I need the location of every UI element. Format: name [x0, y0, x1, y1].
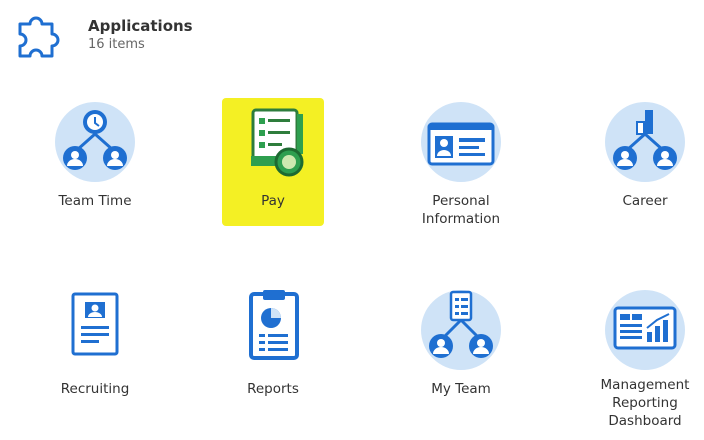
item-count: 16 items — [88, 37, 145, 52]
team-time-icon — [53, 100, 137, 184]
applications-header: Applications 16 items — [8, 8, 193, 68]
app-label: Reports — [247, 381, 299, 397]
app-tile-personal-information[interactable]: Personal Information — [386, 100, 536, 228]
app-tile-management-reporting-dashboard[interactable]: Management Reporting Dashboard — [570, 288, 704, 430]
page-title: Applications — [88, 17, 193, 35]
resume-icon — [53, 288, 137, 372]
app-label: Management Reporting Dashboard — [600, 377, 690, 429]
app-tile-my-team[interactable]: My Team — [386, 288, 536, 398]
app-label: Personal Information — [421, 193, 501, 227]
dashboard-icon — [603, 288, 687, 372]
app-tile-career[interactable]: Career — [570, 100, 704, 210]
app-label: Career — [622, 193, 668, 209]
app-label: My Team — [431, 381, 491, 397]
app-tile-recruiting[interactable]: Recruiting — [20, 288, 170, 398]
app-label: Team Time — [58, 193, 132, 209]
header-titles: Applications 16 items — [88, 8, 193, 54]
applications-page: Applications 16 items Team Time Pay Pers… — [0, 0, 704, 440]
app-label: Recruiting — [60, 381, 130, 397]
app-tile-reports[interactable]: Reports — [198, 288, 348, 398]
pay-icon — [231, 100, 315, 184]
my-team-icon — [419, 288, 503, 372]
app-tile-pay[interactable]: Pay — [198, 100, 348, 210]
puzzle-icon — [18, 16, 60, 58]
app-tile-team-time[interactable]: Team Time — [20, 100, 170, 210]
career-icon — [603, 100, 687, 184]
app-label: Pay — [261, 193, 285, 209]
id-card-icon — [419, 100, 503, 184]
clipboard-report-icon — [231, 288, 315, 372]
